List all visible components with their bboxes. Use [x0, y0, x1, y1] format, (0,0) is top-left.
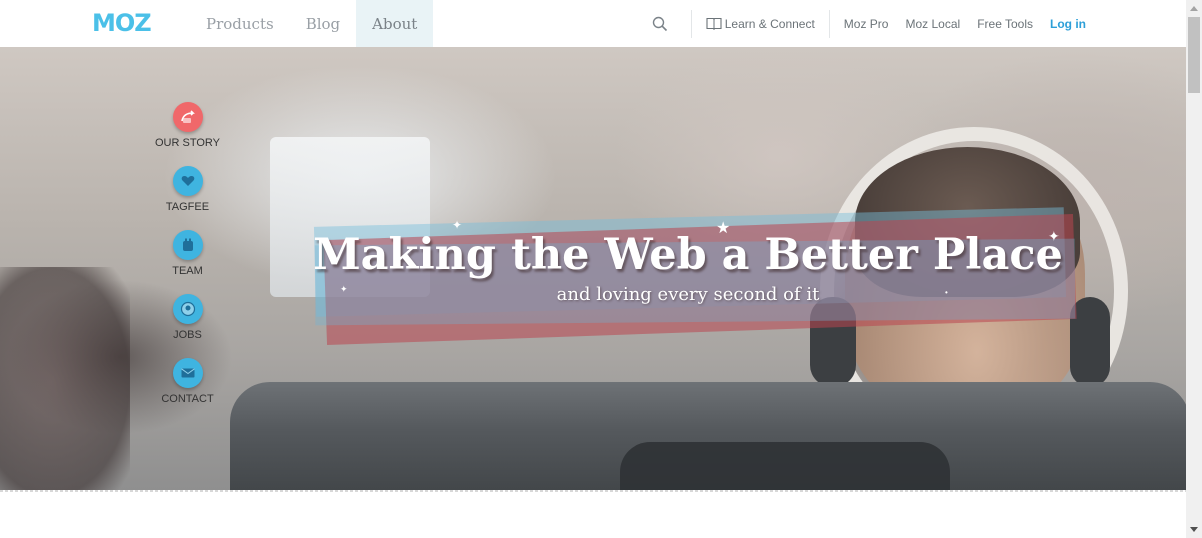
search-icon: [652, 16, 667, 31]
heart-icon: [172, 166, 203, 196]
top-nav: MOZ Products Blog About Learn & Connect: [0, 0, 1186, 47]
learn-connect-label: Learn & Connect: [724, 16, 815, 31]
team-icon: [172, 230, 203, 260]
hero-photo-monitor-stand: [620, 442, 950, 490]
side-nav-team[interactable]: TEAM: [140, 230, 235, 277]
login-link[interactable]: Log in: [1050, 17, 1086, 31]
logo-text: MOZ: [92, 9, 152, 37]
hero-bottom-border: [0, 490, 1186, 492]
side-nav-our-story[interactable]: OUR STORY: [140, 102, 235, 149]
nav-divider: [690, 9, 692, 38]
moz-local-link[interactable]: Moz Local: [905, 17, 960, 31]
side-nav-label: CONTACT: [161, 393, 214, 405]
nav-blog[interactable]: Blog: [290, 0, 356, 47]
vertical-scrollbar[interactable]: [1186, 0, 1202, 538]
arrow-up-icon: [1190, 5, 1198, 11]
free-tools-link[interactable]: Free Tools: [977, 17, 1033, 31]
side-nav-label: OUR STORY: [155, 137, 220, 149]
scroll-down-button[interactable]: [1186, 520, 1202, 538]
side-nav-label: TEAM: [172, 265, 203, 277]
page: MOZ Products Blog About Learn & Connect: [0, 0, 1186, 538]
nav-products[interactable]: Products: [190, 0, 290, 47]
side-nav-contact[interactable]: CONTACT: [140, 358, 235, 405]
moz-pro-link[interactable]: Moz Pro: [844, 17, 889, 31]
nav-about[interactable]: About: [356, 0, 434, 47]
scrollbar-thumb[interactable]: [1188, 17, 1200, 93]
search-button[interactable]: [643, 0, 677, 47]
hero-banner: ✦ ★ ✦ ✦ • Making the Web a Better Place …: [0, 47, 1186, 490]
story-icon: [172, 102, 203, 132]
nav-divider-2: [828, 9, 830, 38]
right-nav: Learn & Connect Moz Pro Moz Local Free T…: [643, 0, 1086, 47]
scroll-up-button[interactable]: [1186, 0, 1202, 16]
arrow-down-icon: [1190, 526, 1198, 532]
moz-logo[interactable]: MOZ: [92, 9, 152, 37]
main-nav: Products Blog About: [190, 0, 434, 47]
side-nav-jobs[interactable]: JOBS: [140, 294, 235, 341]
side-nav-label: TAGFEE: [165, 201, 210, 213]
jobs-icon: [172, 294, 203, 324]
side-nav-tagfee[interactable]: TAGFEE: [140, 166, 235, 213]
mail-icon: [172, 358, 203, 388]
book-icon: [706, 17, 722, 30]
learn-connect-link[interactable]: Learn & Connect: [706, 17, 815, 31]
side-nav-label: JOBS: [173, 329, 202, 341]
